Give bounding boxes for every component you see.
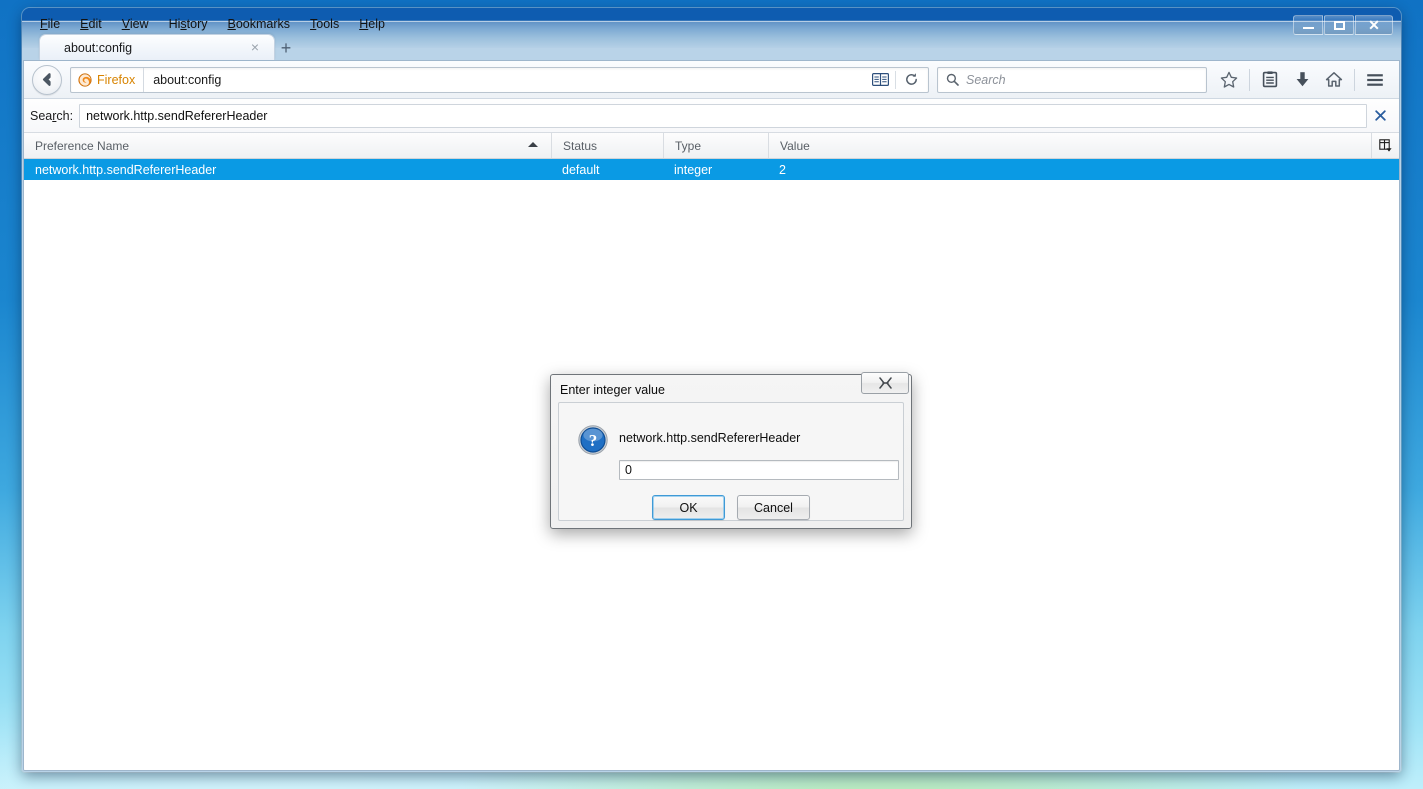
config-search-row: Search: network.http.sendRefererHeader [24,99,1399,133]
menu-bookmarks[interactable]: Bookmarks [218,15,301,33]
column-header-value[interactable]: Value [768,133,1371,158]
toolbar-buttons [1213,65,1391,95]
column-label: Status [563,139,597,153]
identity-label: Firefox [97,73,135,87]
dialog-body: ? network.http.sendRefererHeader 0 OK Ca… [558,402,904,521]
firefox-logo-icon [78,73,92,87]
dialog-value-input[interactable]: 0 [619,460,899,480]
menu-bar: File Edit View History Bookmarks Tools H… [30,13,395,35]
minimize-icon [1303,27,1314,29]
download-arrow-icon [1295,71,1310,88]
dialog-title: Enter integer value [560,383,665,397]
column-label: Value [780,139,810,153]
bookmark-star-button[interactable] [1213,65,1245,95]
close-window-button[interactable]: ✕ [1355,15,1393,35]
toolbar-divider [1249,69,1250,91]
menu-history[interactable]: History [159,15,218,33]
column-label: Type [675,139,701,153]
column-picker-icon [1379,139,1392,152]
config-search-input[interactable]: network.http.sendRefererHeader [79,104,1367,128]
downloads-button[interactable] [1286,65,1318,95]
tab-close-icon[interactable]: × [248,40,262,54]
hamburger-menu-icon [1366,73,1384,87]
table-row[interactable]: network.http.sendRefererHeader default i… [24,159,1399,180]
star-icon [1220,71,1238,89]
reader-mode-button[interactable] [865,68,895,92]
menu-help[interactable]: Help [349,15,395,33]
library-button[interactable] [1254,65,1286,95]
toolbar-divider-2 [1354,69,1355,91]
column-header-preference-name[interactable]: Preference Name [24,133,551,158]
close-icon [879,377,892,389]
reload-icon [904,72,919,87]
caption-buttons: ✕ [1293,15,1393,35]
search-bar[interactable]: Search [937,67,1207,93]
ok-button[interactable]: OK [652,495,725,520]
close-icon [1375,110,1386,121]
minimize-button[interactable] [1293,15,1323,35]
column-picker-button[interactable] [1371,133,1399,158]
url-text[interactable]: about:config [144,73,865,87]
search-icon [946,73,959,86]
cell-status: default [551,163,663,177]
cell-type: integer [663,163,768,177]
new-tab-button[interactable]: + [275,38,297,60]
sort-ascending-icon [528,142,538,147]
config-search-clear-button[interactable] [1367,104,1393,128]
menu-tools[interactable]: Tools [300,15,349,33]
home-button[interactable] [1318,65,1350,95]
browser-chrome: Firefox about:config [23,60,1400,771]
maximize-button[interactable] [1324,15,1354,35]
menu-file[interactable]: File [30,15,70,33]
column-header-type[interactable]: Type [663,133,768,158]
maximize-icon [1334,21,1345,30]
url-bar[interactable]: Firefox about:config [70,67,929,93]
tab-strip: about:config × + [23,34,1400,60]
table-header-row: Preference Name Status Type Value [24,133,1399,159]
dialog-prompt-text: network.http.sendRefererHeader [619,431,800,445]
dialog-value-text: 0 [625,463,632,477]
close-icon: ✕ [1368,18,1380,32]
back-arrow-icon [39,71,56,88]
tab-about-config[interactable]: about:config × [39,34,275,60]
identity-box[interactable]: Firefox [71,68,144,92]
enter-integer-value-dialog: Enter integer value ? netw [550,374,912,529]
config-search-value: network.http.sendRefererHeader [86,109,267,123]
cell-preference-name: network.http.sendRefererHeader [24,163,551,177]
reload-button[interactable] [896,68,926,92]
menu-edit[interactable]: Edit [70,15,112,33]
url-bar-icons [865,68,928,92]
search-input[interactable]: Search [966,73,1006,87]
dialog-close-button[interactable] [861,372,909,394]
menu-button[interactable] [1359,65,1391,95]
home-icon [1325,71,1343,88]
dialog-buttons: OK Cancel [559,495,903,520]
config-search-label: Search: [28,109,79,123]
back-button[interactable] [32,65,62,95]
question-mark-icon: ? [578,425,608,455]
cell-value: 2 [768,163,1399,177]
library-icon [1262,71,1278,88]
svg-text:?: ? [589,431,598,450]
browser-window: ✕ File Edit View History Bookmarks Tools… [22,8,1401,772]
menu-view[interactable]: View [112,15,159,33]
column-label: Preference Name [35,139,129,153]
column-header-status[interactable]: Status [551,133,663,158]
reader-mode-icon [872,73,889,86]
tab-label: about:config [64,41,132,55]
navigation-toolbar: Firefox about:config [24,61,1399,99]
cancel-button[interactable]: Cancel [737,495,810,520]
